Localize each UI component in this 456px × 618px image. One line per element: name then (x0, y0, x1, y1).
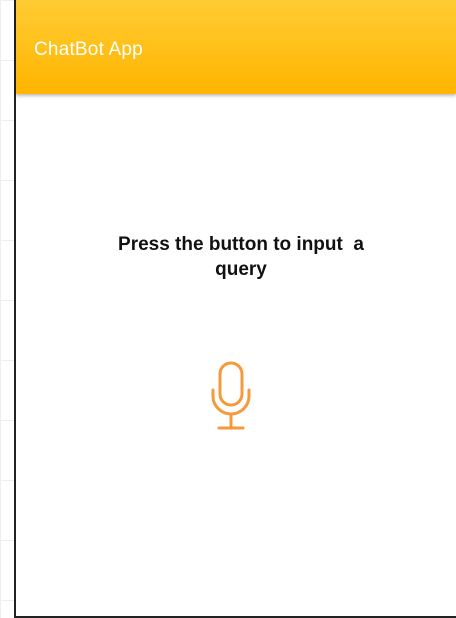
instruction-line-1: Press the button to input a (118, 234, 364, 255)
app-bar: ChatBot App (16, 0, 456, 94)
app-title: ChatBot App (34, 39, 143, 60)
microphone-icon (211, 361, 251, 430)
voice-input-button[interactable] (208, 360, 254, 434)
instruction-text: Press the button to input a query (56, 232, 426, 282)
instruction-line-2: query (215, 259, 267, 280)
app-screen: ChatBot App Press the button to input a … (14, 0, 456, 618)
editor-canvas: ChatBot App Press the button to input a … (0, 0, 456, 618)
